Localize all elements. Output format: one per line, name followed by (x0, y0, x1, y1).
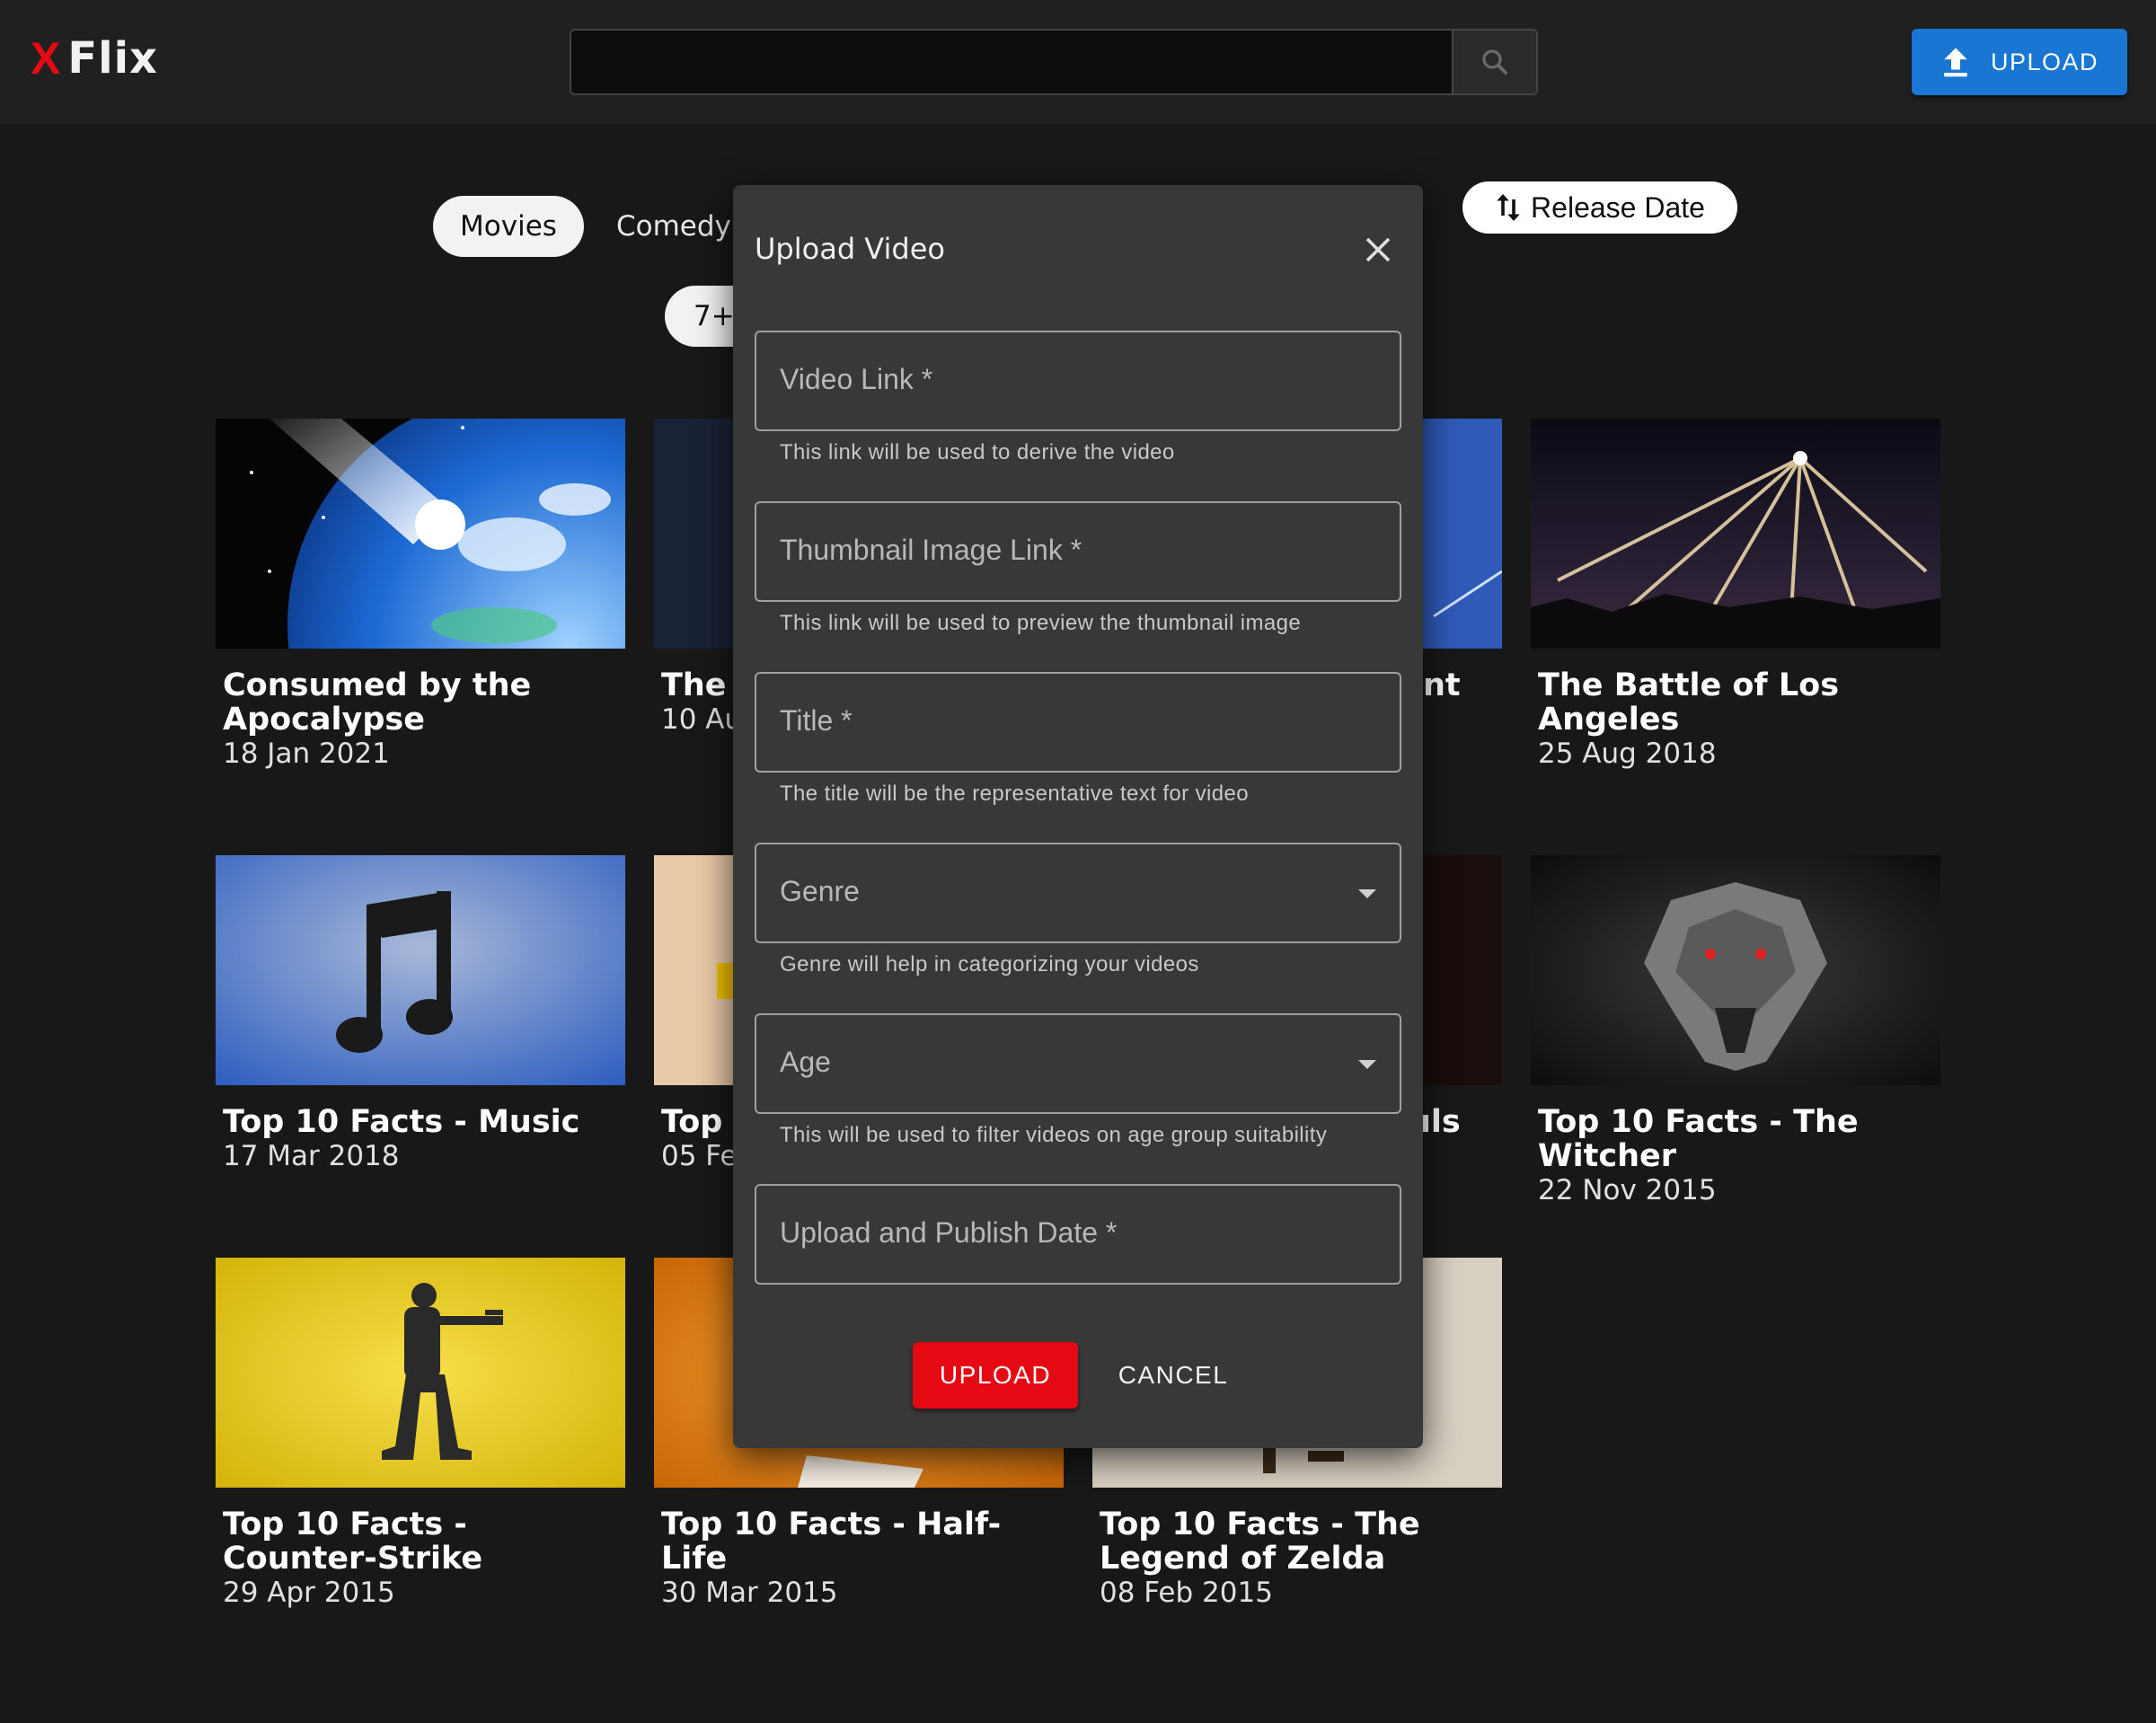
video-thumbnail (1531, 419, 1940, 649)
video-date: 17 Mar 2018 (223, 1140, 400, 1172)
sort-release-date-button[interactable]: Release Date (1462, 181, 1737, 234)
title-field[interactable]: Title * (755, 672, 1401, 773)
video-card[interactable]: Top 10 Facts - The Witcher 22 Nov 2015 (1531, 855, 1940, 1207)
video-link-helper: This link will be used to derive the vid… (780, 440, 1175, 464)
genre-label: Genre (780, 875, 860, 907)
dialog-cancel-button[interactable]: CANCEL (1101, 1342, 1245, 1409)
video-date: 25 Aug 2018 (1538, 738, 1717, 770)
genre-helper: Genre will help in categorizing your vid… (780, 952, 1199, 976)
video-title: Top 10 Facts - Music (223, 1104, 580, 1140)
video-thumbnail (1531, 855, 1940, 1085)
video-date: 08 Feb 2015 (1100, 1577, 1273, 1609)
title-label: Title * (780, 704, 853, 737)
publish-date-field[interactable]: Upload and Publish Date * (755, 1184, 1401, 1285)
genre-chip-movies[interactable]: Movies (433, 196, 584, 257)
video-title: The Battle of Los Angeles (1538, 667, 1840, 738)
publish-date-label: Upload and Publish Date * (780, 1216, 1118, 1249)
sort-label: Release Date (1531, 190, 1705, 224)
age-select[interactable]: Age (755, 1013, 1401, 1114)
thumbnail-link-field[interactable]: Thumbnail Image Link * (755, 501, 1401, 602)
upload-video-dialog: Upload Video Video Link * This link will… (733, 185, 1423, 1448)
thumbnail-link-label: Thumbnail Image Link * (780, 534, 1082, 566)
video-thumbnail (216, 855, 625, 1085)
video-card[interactable]: The Battle of Los Angeles 25 Aug 2018 (1531, 419, 1940, 771)
video-date: 30 Mar 2015 (661, 1577, 838, 1609)
app-logo[interactable]: X Flix (31, 27, 158, 90)
logo-text: Flix (67, 33, 159, 84)
genre-chip-comedy[interactable]: Comedy (616, 196, 751, 257)
dropdown-arrow-icon (1358, 889, 1376, 898)
video-title: Top 10 Facts - The Legend of Zelda (1100, 1507, 1420, 1577)
age-label: Age (780, 1046, 831, 1078)
video-date: 18 Jan 2021 (223, 738, 390, 770)
search-input[interactable] (571, 31, 1452, 93)
video-link-label: Video Link * (780, 363, 933, 395)
upload-button[interactable]: UPLOAD (1912, 29, 2127, 95)
age-helper: This will be used to filter videos on ag… (780, 1123, 1328, 1147)
sort-icon (1497, 194, 1520, 221)
search-button[interactable] (1452, 31, 1536, 93)
logo-mark: X (31, 33, 61, 84)
video-link-field[interactable]: Video Link * (755, 331, 1401, 431)
thumbnail-link-helper: This link will be used to preview the th… (780, 611, 1302, 635)
dropdown-arrow-icon (1358, 1060, 1376, 1069)
video-date: 22 Nov 2015 (1538, 1174, 1717, 1206)
video-title: Top 10 Facts - The Witcher (1538, 1104, 1859, 1174)
upload-icon (1944, 48, 1967, 77)
upload-button-label: UPLOAD (1990, 48, 2099, 75)
video-thumbnail (216, 1258, 625, 1488)
title-helper: The title will be the representative tex… (780, 782, 1249, 806)
video-card[interactable]: Top 10 Facts - Counter-Strike 29 Apr 201… (216, 1258, 625, 1610)
video-card[interactable]: Top 10 Facts - Music 17 Mar 2018 (216, 855, 625, 1173)
close-icon[interactable] (1362, 234, 1394, 266)
search-icon (1482, 49, 1507, 75)
video-title: Top 10 Facts - Half-Life (661, 1507, 1002, 1577)
app-header: X Flix UPLOAD (0, 0, 2156, 124)
genre-select[interactable]: Genre (755, 843, 1401, 943)
video-title: Consumed by the Apocalypse (223, 667, 532, 738)
dialog-upload-button[interactable]: UPLOAD (913, 1342, 1078, 1409)
video-date: 29 Apr 2015 (223, 1577, 395, 1609)
dialog-title: Upload Video (755, 232, 945, 266)
video-title: Top 10 Facts - Counter-Strike (223, 1507, 483, 1577)
video-thumbnail (216, 419, 625, 649)
search-bar (570, 29, 1538, 95)
video-card[interactable]: Consumed by the Apocalypse 18 Jan 2021 (216, 419, 625, 771)
